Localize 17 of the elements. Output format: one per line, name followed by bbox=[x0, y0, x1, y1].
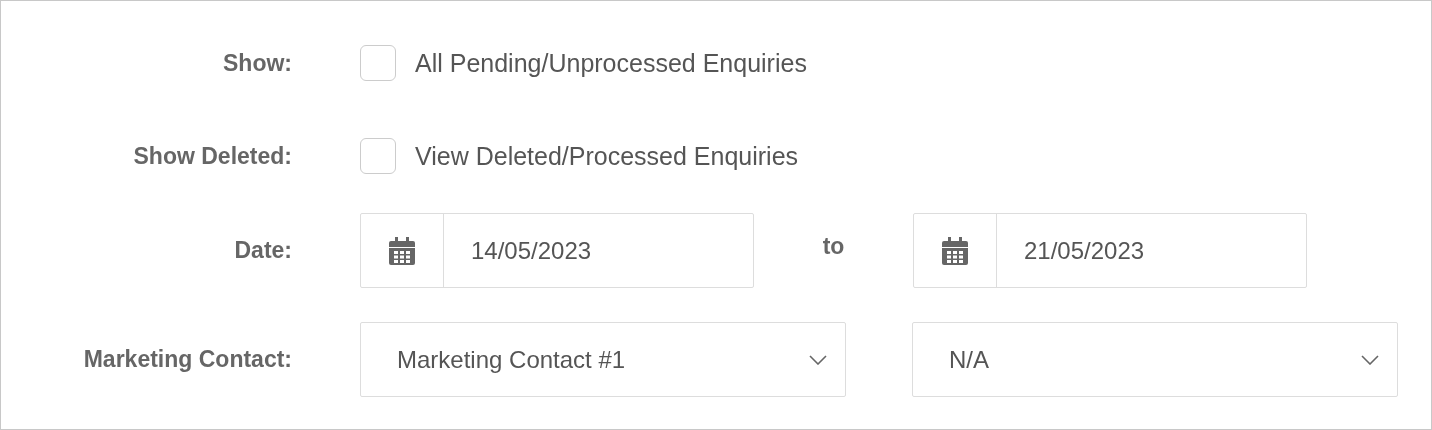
dropdown-select[interactable]: N/A bbox=[912, 322, 1398, 397]
field-label: Date: bbox=[233, 237, 292, 264]
checkbox[interactable] bbox=[360, 45, 396, 81]
calendar-icon bbox=[942, 236, 968, 265]
date-field[interactable]: 14/05/2023 bbox=[360, 213, 754, 288]
field-label: Show Deleted: bbox=[132, 142, 292, 170]
checkbox-label: View Deleted/Processed Enquiries bbox=[415, 141, 799, 171]
checkbox[interactable] bbox=[360, 138, 396, 174]
checkbox-label: All Pending/Unprocessed Enquiries bbox=[415, 48, 807, 78]
dropdown-select[interactable]: Marketing Contact #1 bbox=[360, 322, 846, 397]
chevron-down-icon bbox=[809, 354, 827, 365]
date-field[interactable]: 21/05/2023 bbox=[913, 213, 1307, 288]
range-separator: to bbox=[821, 233, 846, 260]
field-label: Show: bbox=[222, 49, 292, 77]
field-label: Marketing Contact: bbox=[82, 346, 292, 373]
calendar-icon bbox=[389, 236, 415, 265]
chevron-down-icon bbox=[1361, 354, 1379, 365]
